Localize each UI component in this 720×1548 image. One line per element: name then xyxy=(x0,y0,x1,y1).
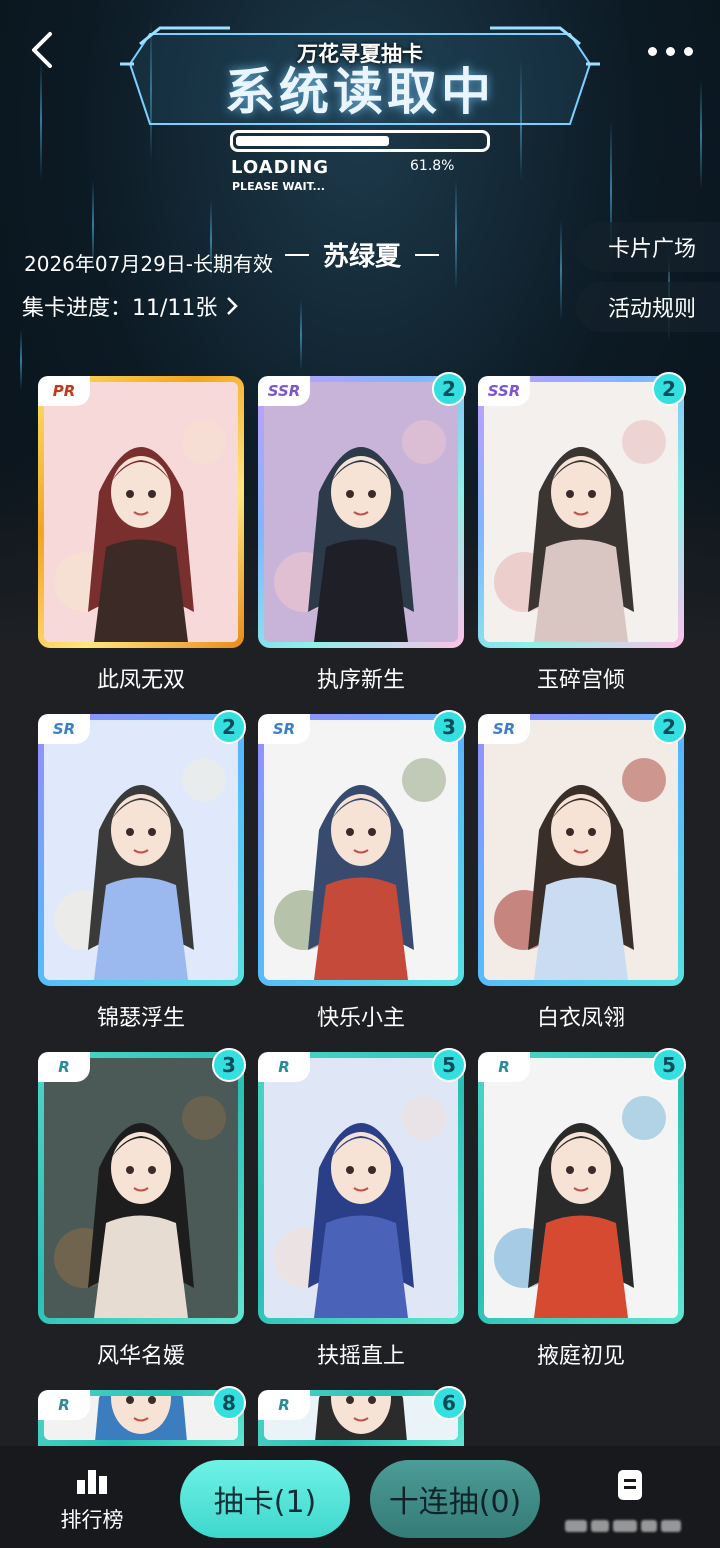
card-artwork xyxy=(484,720,678,980)
collect-progress-link[interactable]: 集卡进度：11/11张 xyxy=(22,290,239,322)
rarity-badge: R xyxy=(38,1052,90,1082)
card-name: 扶摇直上 xyxy=(316,1344,405,1369)
card-count-badge: 3 xyxy=(212,1048,246,1082)
ranking-icon xyxy=(77,1470,107,1494)
card-item[interactable]: SR 2 xyxy=(38,710,246,986)
loading-percent: 61.8% xyxy=(410,158,455,174)
rarity-badge: R xyxy=(258,1052,310,1082)
character-illustration xyxy=(44,382,238,642)
card-artwork xyxy=(44,382,238,642)
collection-name: 苏绿夏 xyxy=(285,236,440,273)
card-square-button[interactable]: 卡片广场 xyxy=(576,222,720,272)
loading-title: 系统读取中 xyxy=(225,63,495,121)
card-artwork xyxy=(484,1058,678,1318)
card-item[interactable]: SR 2 xyxy=(478,710,686,986)
card-item[interactable]: R5 xyxy=(258,1048,466,1324)
card-name: 掖庭初见 xyxy=(536,1344,625,1369)
card-name: 此凤无双 xyxy=(96,668,185,693)
loading-label: LOADING xyxy=(231,157,330,178)
card-count-badge: 3 xyxy=(432,710,466,744)
validity-date: 2026年07月29日-长期有效 xyxy=(24,252,274,276)
rarity-badge: SSR xyxy=(258,376,310,406)
collect-progress-text: 集卡进度：11/11张 xyxy=(22,296,218,321)
chevron-right-icon xyxy=(227,297,239,315)
rarity-badge: PR xyxy=(38,376,90,406)
card-name: 风华名媛 xyxy=(96,1344,185,1369)
card-item[interactable]: PR xyxy=(38,376,244,648)
card-artwork xyxy=(264,382,458,642)
card-name: 快乐小主 xyxy=(316,1006,405,1031)
card-item[interactable]: R5 xyxy=(478,1048,686,1324)
please-wait-label: PLEASE WAIT... xyxy=(232,180,325,193)
card-count-badge: 5 xyxy=(432,1048,466,1082)
card-count-badge: 5 xyxy=(652,1048,686,1082)
rarity-badge: R xyxy=(38,1390,90,1420)
ranking-button[interactable]: 排行榜 xyxy=(50,1468,134,1534)
card-count-badge: 8 xyxy=(212,1386,246,1420)
rules-button[interactable]: 活动规则 xyxy=(576,282,720,332)
card-item[interactable]: R8 xyxy=(38,1386,246,1446)
card-count-badge: 2 xyxy=(212,710,246,744)
rarity-badge: SR xyxy=(478,714,530,744)
card-item[interactable]: R3 xyxy=(38,1048,246,1324)
collection-name-text: 苏绿夏 xyxy=(323,242,402,272)
card-count-badge: 2 xyxy=(432,372,466,406)
card-count-badge: 2 xyxy=(652,710,686,744)
character-illustration xyxy=(484,1058,678,1318)
card-name: 锦瑟浮生 xyxy=(96,1006,185,1031)
card-artwork xyxy=(484,382,678,642)
rarity-badge: SR xyxy=(258,714,310,744)
rarity-badge: R xyxy=(478,1052,530,1082)
rarity-badge: SR xyxy=(38,714,90,744)
card-name: 玉碎宫倾 xyxy=(536,668,625,693)
character-illustration xyxy=(44,720,238,980)
character-illustration xyxy=(264,382,458,642)
card-count-badge: 6 xyxy=(432,1386,466,1420)
watermark xyxy=(565,1516,700,1536)
card-item[interactable]: R6 xyxy=(258,1386,466,1446)
character-illustration xyxy=(484,720,678,980)
card-item[interactable]: SSR 2 xyxy=(478,372,686,648)
character-illustration xyxy=(264,720,458,980)
task-list-icon xyxy=(618,1470,642,1500)
card-item[interactable]: SSR 2 xyxy=(258,372,466,648)
card-count-badge: 2 xyxy=(652,372,686,406)
card-artwork xyxy=(44,720,238,980)
character-illustration xyxy=(264,1058,458,1318)
card-artwork xyxy=(44,1058,238,1318)
card-name: 白衣凤翎 xyxy=(536,1006,625,1031)
character-illustration xyxy=(484,382,678,642)
rarity-badge: R xyxy=(258,1390,310,1420)
character-illustration xyxy=(44,1058,238,1318)
draw-ten-button[interactable]: 十连抽(0) xyxy=(370,1460,540,1538)
task-button[interactable] xyxy=(612,1466,648,1506)
loading-progress-fill xyxy=(236,136,390,146)
card-name: 执序新生 xyxy=(316,668,405,693)
card-artwork xyxy=(264,1058,458,1318)
card-item[interactable]: SR 3 xyxy=(258,710,466,986)
draw-once-button[interactable]: 抽卡(1) xyxy=(180,1460,350,1538)
loading-progress-bar xyxy=(230,130,490,152)
ranking-label: 排行榜 xyxy=(60,1508,124,1532)
card-artwork xyxy=(264,720,458,980)
rarity-badge: SSR xyxy=(478,376,530,406)
